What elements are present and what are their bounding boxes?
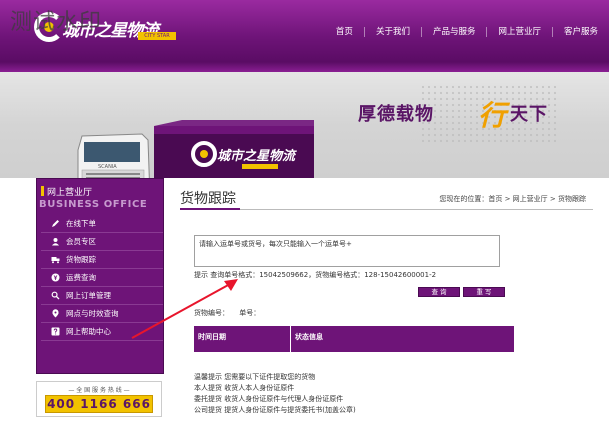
sidebar-item-label: 货物跟踪	[66, 255, 96, 264]
sidebar-item-label: 运费查询	[66, 273, 96, 282]
user-icon	[51, 237, 60, 246]
hero-banner: 城市之星物流 SCANIA 厚德载物 行 天下	[0, 62, 609, 178]
sidebar-item-cargo-tracking[interactable]: 货物跟踪	[41, 251, 163, 269]
yen-icon	[51, 273, 60, 282]
sidebar-header: 网上营业厅 BUSINESS OFFICE	[37, 179, 163, 213]
nav-item-products[interactable]: 产品与服务	[422, 24, 487, 40]
cargo-number-label: 货物编号：	[194, 309, 229, 317]
truck-brand-text: 城市之星物流	[217, 148, 297, 164]
watermark-text: 测试水印	[10, 10, 103, 35]
reset-button[interactable]: 重 写	[463, 287, 505, 297]
sidebar-item-outlet-query[interactable]: 网点与时效查询	[41, 305, 163, 323]
main-nav: 首页 关于我们 产品与服务 网上营业厅 客户服务	[325, 24, 609, 40]
title-accent-bar	[180, 208, 240, 210]
hotline-number: 400 1166 666	[45, 395, 153, 413]
main-content: 货物跟踪 您现在的位置：首页 > 网上营业厅 > 货物跟踪 请输入运单号或货号，…	[180, 178, 600, 421]
sidebar-subtitle: BUSINESS OFFICE	[39, 199, 148, 210]
location-icon	[51, 309, 60, 318]
truck-illustration: 城市之星物流 SCANIA	[77, 120, 314, 178]
sidebar-item-label: 在线下单	[66, 219, 96, 228]
note-line: 委托提货 收货人身份证原件与代理人身份证原件	[194, 395, 344, 403]
nav-item-customer-service[interactable]: 客户服务	[553, 24, 609, 40]
truck-icon	[51, 255, 60, 264]
sidebar-item-online-order[interactable]: 在线下单	[41, 215, 163, 233]
title-divider	[180, 209, 593, 210]
slogan-part-1: 厚德载物	[358, 104, 434, 125]
help-icon	[51, 327, 60, 336]
note-line: 温馨提示 您需要以下证件提取您的货物	[194, 373, 316, 381]
waybill-number-label: 单号：	[239, 309, 261, 317]
pencil-icon	[51, 219, 60, 228]
slogan-part-2: 天下	[510, 104, 548, 125]
nav-item-about[interactable]: 关于我们	[365, 24, 421, 40]
service-hotline: — 全 国 服 务 热 线 — 400 1166 666	[36, 381, 162, 417]
tracking-table-header: 时间日期 状态信息	[194, 326, 514, 352]
format-hint: 提示 查询单号格式：15042509662，货物编号格式：128-1504260…	[194, 271, 437, 279]
logo-tag: CITY STAR	[138, 32, 176, 40]
sidebar-item-label: 会员专区	[66, 237, 96, 246]
sidebar-header-accent	[41, 186, 44, 196]
sidebar-item-label: 网点与时效查询	[66, 309, 119, 318]
slogan-mark: 行	[478, 99, 507, 132]
sidebar-item-order-management[interactable]: 网上订单管理	[41, 287, 163, 305]
pickup-notes: 温馨提示 您需要以下证件提取您的货物 本人提货 收货人本人身份证原件 委托提货 …	[194, 372, 356, 416]
nav-item-online-office[interactable]: 网上营业厅	[487, 24, 552, 40]
sidebar-item-label: 网上帮助中心	[66, 327, 111, 336]
search-icon	[51, 291, 60, 300]
column-header-status: 状态信息	[295, 333, 323, 341]
truck-model-text: SCANIA	[98, 164, 117, 170]
sidebar-menu: 在线下单 会员专区 货物跟踪 运费查询 网上订单管理 网点与时效查询 网上帮助中…	[41, 215, 163, 341]
nav-item-home[interactable]: 首页	[325, 24, 364, 40]
site-header: 城市之星物流 CITY STAR 测试水印 首页 关于我们 产品与服务 网上营业…	[0, 0, 609, 62]
tracking-number-input[interactable]: 请输入运单号或货号，每次只能输入一个运单号+	[194, 235, 500, 267]
order-info: 货物编号： 单号：	[194, 308, 268, 318]
sidebar-item-freight-query[interactable]: 运费查询	[41, 269, 163, 287]
banner-slogan: 厚德载物 行 天下	[358, 98, 578, 132]
banner-top-strip	[0, 62, 609, 72]
page-title: 货物跟踪	[180, 191, 236, 207]
sidebar: 网上营业厅 BUSINESS OFFICE 在线下单 会员专区 货物跟踪 运费查…	[36, 178, 164, 374]
query-button[interactable]: 查 询	[418, 287, 460, 297]
breadcrumb: 您现在的位置：首页 > 网上营业厅 > 货物跟踪	[439, 195, 586, 203]
hotline-title: — 全 国 服 务 热 线 —	[68, 387, 130, 394]
sidebar-item-help-center[interactable]: 网上帮助中心	[41, 323, 163, 341]
sidebar-item-label: 网上订单管理	[66, 291, 111, 300]
sidebar-item-members[interactable]: 会员专区	[41, 233, 163, 251]
column-header-time: 时间日期	[194, 326, 291, 352]
note-line: 本人提货 收货人本人身份证原件	[194, 384, 295, 392]
note-line: 公司提货 提货人身份证原件与提货委托书(加盖公章)	[194, 406, 356, 414]
sidebar-title: 网上营业厅	[47, 188, 93, 198]
